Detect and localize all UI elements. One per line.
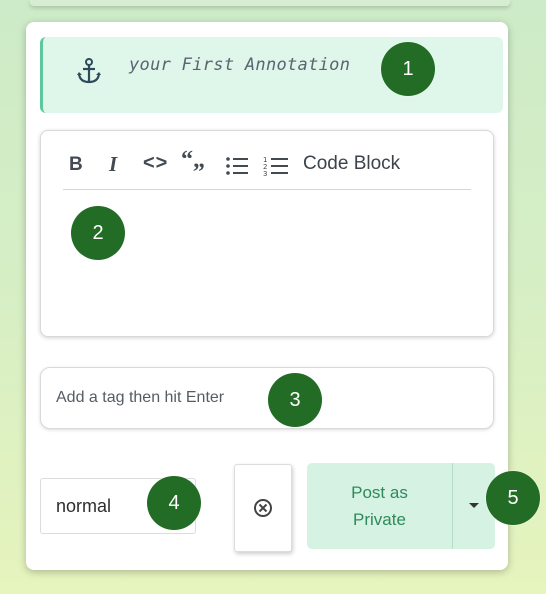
post-as-private-button[interactable]: Post as Private: [307, 463, 452, 549]
anchor-icon: [77, 58, 101, 84]
step-marker-1: 1: [381, 42, 435, 96]
privacy-select-value: normal: [56, 496, 112, 516]
code-block-button[interactable]: Code Block: [303, 153, 400, 175]
step-marker-3: 3: [268, 373, 322, 427]
bold-button[interactable]: B: [69, 154, 83, 176]
step-marker-4: 4: [147, 476, 201, 530]
quote-button[interactable]: “„: [181, 147, 205, 174]
bullet-list-icon[interactable]: [225, 155, 249, 177]
tag-input[interactable]: Add a tag then hit Enter: [40, 367, 494, 429]
clear-circle-x-icon: [254, 499, 272, 517]
numbered-list-icon[interactable]: 1 2 3: [263, 155, 289, 177]
caret-down-icon: [469, 503, 479, 508]
step-marker-5: 5: [486, 471, 540, 525]
italic-button[interactable]: I: [109, 152, 117, 177]
editor-toolbar: B I <> “„ 1 2 3 Code Block: [63, 145, 471, 190]
annotation-title: your First Annotation: [129, 55, 351, 75]
svg-text:3: 3: [263, 170, 267, 177]
step-marker-2: 2: [71, 206, 125, 260]
inline-code-button[interactable]: <>: [143, 152, 168, 175]
previous-card-edge: [30, 0, 510, 6]
clear-button[interactable]: [234, 464, 292, 552]
post-button-label: Post as Private: [351, 483, 408, 529]
tag-input-placeholder: Add a tag then hit Enter: [56, 389, 225, 406]
